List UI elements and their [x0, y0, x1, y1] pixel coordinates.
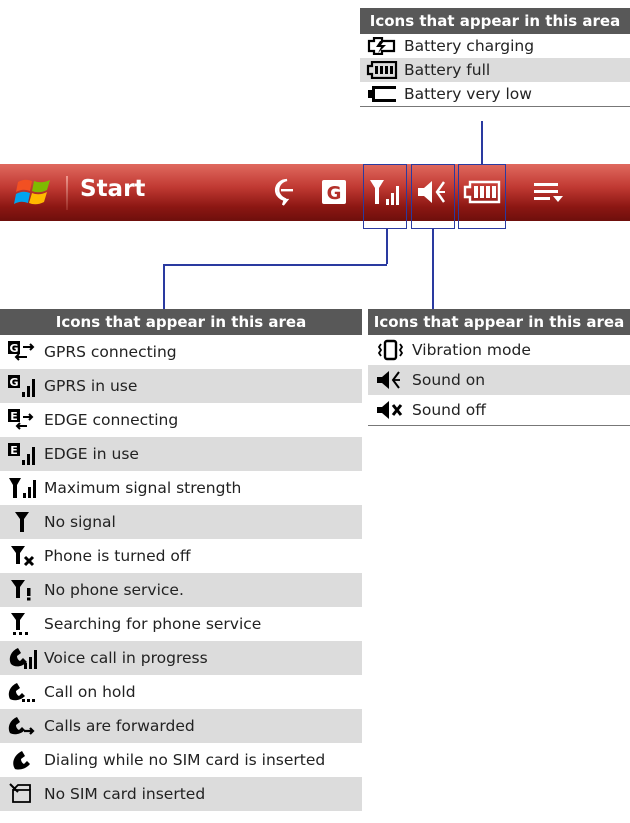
- list-item-label: Battery full: [404, 61, 491, 79]
- callout-line: [432, 228, 434, 309]
- list-item-label: Sound on: [412, 371, 486, 389]
- list-item-label: Voice call in progress: [44, 649, 208, 667]
- list-item: Vibration mode: [368, 335, 630, 365]
- list-item-label: Battery charging: [404, 37, 535, 55]
- table-header: Icons that appear in this area: [0, 309, 362, 335]
- signal-highlight-box: [363, 164, 407, 229]
- list-item-label: Calls are forwarded: [44, 717, 195, 735]
- list-item: Battery full: [360, 58, 630, 82]
- list-item: Sound off: [368, 395, 630, 425]
- list-item: E EDGE connecting: [0, 403, 362, 437]
- table-header: Icons that appear in this area: [360, 8, 630, 34]
- start-button[interactable]: Start: [80, 176, 145, 202]
- svg-text:E: E: [10, 410, 18, 423]
- call-forward-icon: [0, 714, 44, 738]
- battery-highlight-box: [458, 164, 506, 229]
- phone-off-icon: [0, 544, 44, 568]
- menu-dropdown-icon[interactable]: [528, 175, 568, 209]
- dialing-no-sim-icon: [0, 748, 44, 772]
- divider: [360, 106, 630, 107]
- battery-charging-icon: [360, 34, 404, 58]
- list-item: Battery charging: [360, 34, 630, 58]
- max-signal-icon: [0, 476, 44, 500]
- no-signal-icon: [0, 510, 44, 534]
- list-item-label: No SIM card inserted: [44, 785, 206, 803]
- sound-highlight-box: [411, 164, 455, 229]
- list-item-label: Phone is turned off: [44, 547, 191, 565]
- signal-icons-table: Icons that appear in this area G GPRS co…: [0, 309, 362, 811]
- list-item-label: Searching for phone service: [44, 615, 262, 633]
- list-item-label: GPRS connecting: [44, 343, 177, 361]
- list-item: Calls are forwarded: [0, 709, 362, 743]
- divider: [66, 176, 68, 210]
- no-service-icon: [0, 578, 44, 602]
- svg-text:G: G: [9, 376, 18, 389]
- sound-off-icon: [368, 398, 412, 422]
- no-sim-icon: [0, 782, 44, 806]
- list-item: Voice call in progress: [0, 641, 362, 675]
- list-item-label: Dialing while no SIM card is inserted: [44, 751, 326, 769]
- sound-icons-table: Icons that appear in this area Vibration…: [368, 309, 630, 426]
- list-item-label: EDGE in use: [44, 445, 139, 463]
- gprs-connecting-icon: G: [0, 340, 44, 364]
- list-item: G GPRS connecting: [0, 335, 362, 369]
- list-item: Dialing while no SIM card is inserted: [0, 743, 362, 777]
- list-item-label: Vibration mode: [412, 341, 531, 359]
- list-item: Call on hold: [0, 675, 362, 709]
- table-header: Icons that appear in this area: [368, 309, 630, 335]
- callout-line: [481, 121, 483, 165]
- taskbar: Start G: [0, 164, 630, 221]
- list-item-label: Battery very low: [404, 85, 532, 103]
- svg-text:E: E: [10, 444, 18, 457]
- callout-line: [163, 264, 165, 309]
- list-item: Phone is turned off: [0, 539, 362, 573]
- gprs-in-use-icon: G: [0, 374, 44, 398]
- list-item: No signal: [0, 505, 362, 539]
- list-item: No SIM card inserted: [0, 777, 362, 811]
- vibration-icon: [368, 338, 412, 362]
- edge-connecting-icon: E: [0, 408, 44, 432]
- list-item: No phone service.: [0, 573, 362, 607]
- svg-text:G: G: [9, 342, 18, 355]
- call-hold-icon: [0, 680, 44, 704]
- list-item-label: No phone service.: [44, 581, 184, 599]
- battery-very-low-icon: [360, 82, 404, 106]
- list-item-label: Call on hold: [44, 683, 136, 701]
- battery-full-icon: [360, 58, 404, 82]
- message-bubble-icon[interactable]: [272, 175, 302, 209]
- list-item-label: Sound off: [412, 401, 486, 419]
- list-item: Maximum signal strength: [0, 471, 362, 505]
- voice-call-icon: [0, 646, 44, 670]
- list-item-label: GPRS in use: [44, 377, 138, 395]
- windows-logo-icon[interactable]: [14, 174, 54, 210]
- divider: [368, 425, 630, 426]
- list-item-label: No signal: [44, 513, 116, 531]
- edge-in-use-icon: E: [0, 442, 44, 466]
- list-item: Sound on: [368, 365, 630, 395]
- callout-line: [386, 228, 388, 264]
- list-item: G GPRS in use: [0, 369, 362, 403]
- list-item: E EDGE in use: [0, 437, 362, 471]
- list-item-label: Maximum signal strength: [44, 479, 242, 497]
- callout-line: [163, 264, 387, 266]
- gprs-indicator-icon[interactable]: G: [320, 175, 348, 209]
- list-item-label: EDGE connecting: [44, 411, 179, 429]
- sound-on-icon: [368, 368, 412, 392]
- searching-service-icon: [0, 612, 44, 636]
- list-item: Searching for phone service: [0, 607, 362, 641]
- list-item: Battery very low: [360, 82, 630, 106]
- battery-icons-table: Icons that appear in this area Battery c…: [360, 8, 630, 107]
- svg-text:G: G: [327, 183, 342, 204]
